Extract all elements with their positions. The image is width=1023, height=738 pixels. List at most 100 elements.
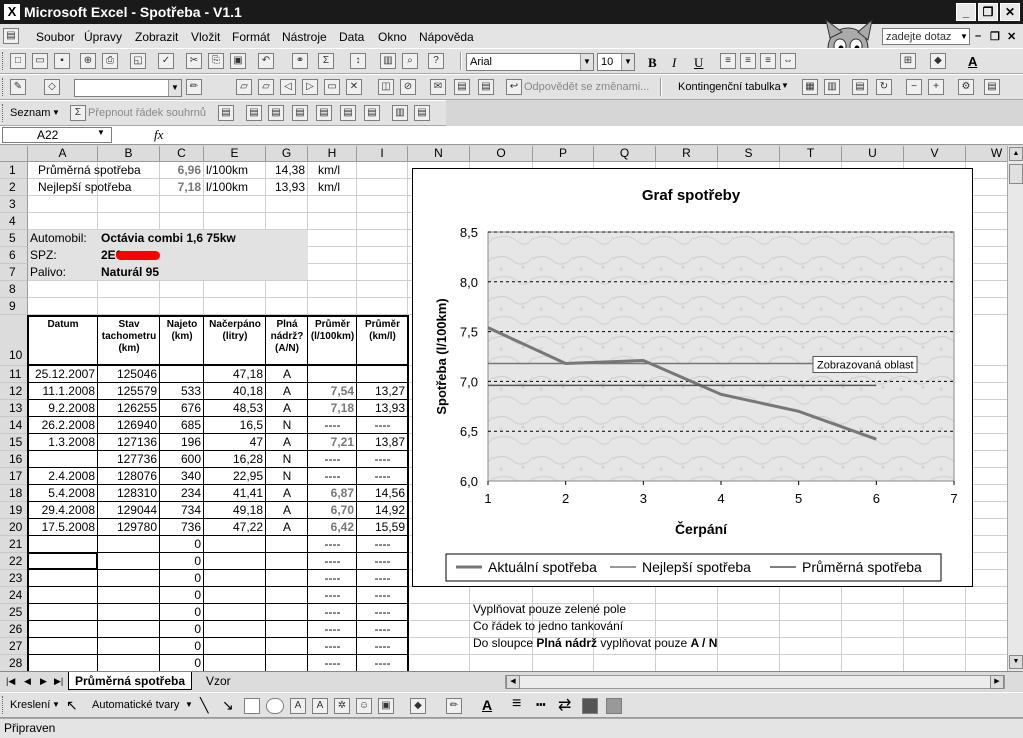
- table-cell[interactable]: 340: [160, 468, 204, 485]
- next-comment-icon[interactable]: ▷: [302, 79, 318, 95]
- table-cell[interactable]: 26.2.2008: [28, 417, 98, 434]
- active-cell-A22[interactable]: [27, 552, 98, 570]
- column-header-P[interactable]: P: [533, 146, 594, 162]
- send-mail-icon[interactable]: ✉: [430, 79, 446, 95]
- last-sheet-icon[interactable]: ▶|: [54, 676, 63, 687]
- table-cell[interactable]: [28, 621, 98, 638]
- fill-color-icon[interactable]: ◆: [930, 53, 946, 69]
- maximize-button[interactable]: ❐: [978, 3, 998, 21]
- doc-close-button[interactable]: ✕: [1007, 30, 1016, 43]
- table-cell[interactable]: ----: [357, 655, 408, 671]
- table-cell[interactable]: 734: [160, 502, 204, 519]
- row-header-19[interactable]: 19: [0, 502, 28, 519]
- list-menu[interactable]: Seznam: [10, 107, 50, 119]
- sort-ascending-icon[interactable]: ↕: [350, 53, 366, 69]
- table-cell[interactable]: 29.4.2008: [28, 502, 98, 519]
- show-comment-icon[interactable]: ▭: [324, 79, 340, 95]
- textbox-icon[interactable]: A: [290, 698, 306, 714]
- formula-input[interactable]: [174, 127, 1014, 143]
- hide-detail-icon[interactable]: −: [906, 79, 922, 95]
- menu-zobrazit[interactable]: Zobrazit: [135, 30, 178, 44]
- ink-annotations-icon[interactable]: ▤: [478, 79, 494, 95]
- doc-minimize-button[interactable]: –: [975, 30, 981, 42]
- table-cell[interactable]: 0: [160, 553, 204, 570]
- table-cell[interactable]: A: [266, 400, 308, 417]
- scroll-left-icon[interactable]: ◀: [506, 675, 520, 689]
- chevron-down-icon[interactable]: ▼: [958, 28, 970, 45]
- menu-vlozit[interactable]: Vložit: [191, 30, 220, 44]
- eraser-icon[interactable]: ◇: [44, 79, 60, 95]
- table-cell[interactable]: 13,27: [357, 383, 408, 400]
- chart-icon[interactable]: ▥: [392, 105, 408, 121]
- row-header-15[interactable]: 15: [0, 434, 28, 451]
- oval-icon[interactable]: [266, 698, 284, 714]
- row-header-12[interactable]: 12: [0, 383, 28, 400]
- table-cell[interactable]: 736: [160, 519, 204, 536]
- pivot-wizard-icon[interactable]: ▤: [852, 79, 868, 95]
- table-cell[interactable]: 16,28: [204, 451, 266, 468]
- table-cell[interactable]: ----: [308, 621, 357, 638]
- shadow-icon[interactable]: [582, 698, 598, 714]
- ink-icon[interactable]: ▤: [454, 79, 470, 95]
- row-header-14[interactable]: 14: [0, 417, 28, 434]
- table-cell[interactable]: [204, 604, 266, 621]
- reply-with-changes-button[interactable]: Odpovědět se změnami...: [524, 81, 649, 93]
- menu-soubor[interactable]: Soubor: [36, 30, 75, 44]
- horizontal-scrollbar[interactable]: ◀ ▶: [505, 675, 1005, 689]
- prev-sheet-icon[interactable]: ◀: [24, 676, 31, 687]
- help-icon[interactable]: ?: [428, 53, 444, 69]
- table-cell[interactable]: [266, 536, 308, 553]
- table-cell[interactable]: A: [266, 366, 308, 383]
- column-header-T[interactable]: T: [780, 146, 842, 162]
- table-cell[interactable]: 127736: [98, 451, 160, 468]
- row-header-4[interactable]: 4: [0, 213, 28, 230]
- table-cell[interactable]: ----: [308, 451, 357, 468]
- table-cell[interactable]: [204, 553, 266, 570]
- prev-comment-icon[interactable]: ◁: [280, 79, 296, 95]
- table-cell[interactable]: 676: [160, 400, 204, 417]
- table-cell[interactable]: ----: [308, 570, 357, 587]
- list-properties-icon[interactable]: ▤: [246, 105, 262, 121]
- sheet-tab-prumerna-spotreba[interactable]: Průměrná spotřeba: [68, 672, 193, 690]
- chevron-down-icon[interactable]: ▼: [621, 54, 634, 70]
- row-header-13[interactable]: 13: [0, 400, 28, 417]
- font-color-icon[interactable]: A: [968, 54, 977, 69]
- table-cell[interactable]: ----: [357, 621, 408, 638]
- drawing-menu[interactable]: Kreslení: [10, 699, 50, 711]
- table-cell[interactable]: ----: [357, 570, 408, 587]
- chevron-down-icon[interactable]: ▼: [168, 80, 181, 96]
- table-cell[interactable]: ----: [308, 638, 357, 655]
- table-cell[interactable]: 7,18: [308, 400, 357, 417]
- first-sheet-icon[interactable]: |◀: [6, 676, 15, 687]
- table-cell[interactable]: ----: [308, 587, 357, 604]
- comment-icon[interactable]: ▱: [236, 79, 252, 95]
- row-header-5[interactable]: 5: [0, 230, 28, 247]
- reply-icon[interactable]: ↩: [506, 79, 522, 95]
- column-header-W[interactable]: W: [966, 146, 1007, 162]
- bold-button[interactable]: B: [648, 55, 657, 71]
- table-cell[interactable]: 0: [160, 604, 204, 621]
- table-cell[interactable]: [266, 638, 308, 655]
- font-size-select[interactable]: 10 ▼: [597, 53, 635, 71]
- table-cell[interactable]: ----: [357, 468, 408, 485]
- row-header-9[interactable]: 9: [0, 298, 28, 315]
- zoom-icon[interactable]: ⌕: [402, 53, 418, 69]
- table-cell[interactable]: 234: [160, 485, 204, 502]
- table-cell[interactable]: A: [266, 434, 308, 451]
- table-cell[interactable]: N: [266, 468, 308, 485]
- borders-icon[interactable]: ⊞: [900, 53, 916, 69]
- table-cell[interactable]: [308, 366, 357, 383]
- table-cell[interactable]: 11.1.2008: [28, 383, 98, 400]
- table-cell[interactable]: [98, 621, 160, 638]
- table-cell[interactable]: [204, 638, 266, 655]
- next-sheet-icon[interactable]: ▶: [40, 676, 47, 687]
- toolbar-grip[interactable]: [2, 78, 6, 96]
- table-cell[interactable]: [204, 655, 266, 671]
- cut-icon[interactable]: ✂: [186, 53, 202, 69]
- table-cell[interactable]: 48,53: [204, 400, 266, 417]
- table-cell[interactable]: 196: [160, 434, 204, 451]
- menu-napoveda[interactable]: Nápověda: [419, 30, 474, 44]
- table-cell[interactable]: [98, 536, 160, 553]
- row-header-25[interactable]: 25: [0, 604, 28, 621]
- toolbar-grip[interactable]: [2, 104, 6, 122]
